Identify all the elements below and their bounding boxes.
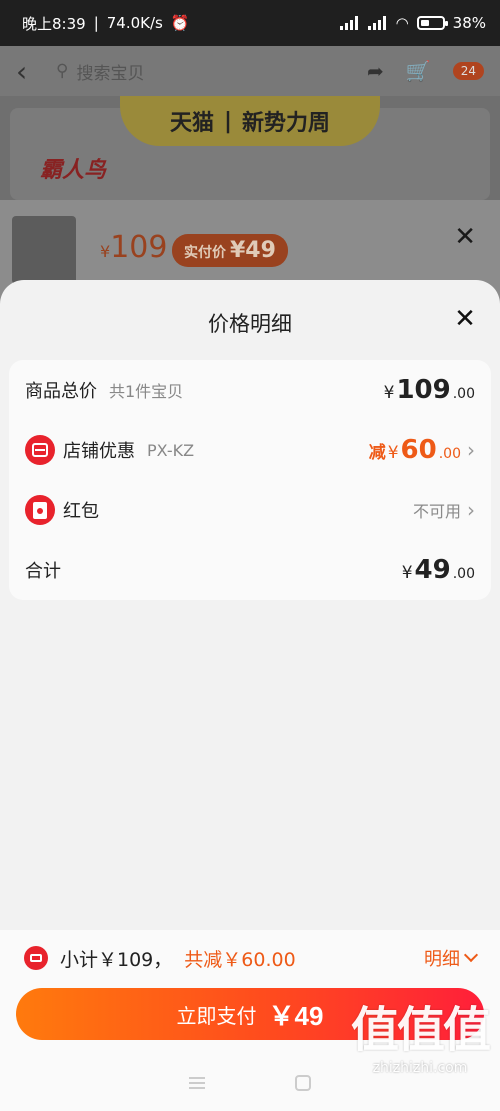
product-price: ¥109 <box>100 230 168 265</box>
back-icon[interactable]: ‹ <box>16 55 56 88</box>
cart-icon[interactable]: 🛒 <box>406 59 431 83</box>
chevron-down-icon <box>463 947 479 963</box>
detail-toggle-label: 明细 <box>424 949 460 970</box>
total-sub: 共1件宝贝 <box>109 382 184 401</box>
pay-now-label: 立即支付 <box>176 1005 257 1028</box>
real-price-badge: 实付价 ¥49 <box>172 234 288 267</box>
product-thumbnail <box>12 216 76 284</box>
row-total: 商品总价 共1件宝贝 ¥ 109 .00 <box>9 360 491 420</box>
banner-campaign-label: 新势力周 <box>242 111 331 136</box>
status-bar: 晚上8:39 | 74.0K/s ⏰ ◠ 38% <box>0 0 500 46</box>
alarm-icon: ⏰ <box>170 14 190 32</box>
search-placeholder: 搜索宝贝 <box>76 63 145 84</box>
wifi-icon: ◠ <box>395 14 409 32</box>
total-label: 商品总价 <box>25 381 97 402</box>
shop-discount-label: 店铺优惠 <box>63 441 135 462</box>
row-red-packet[interactable]: 红包 不可用 › <box>9 480 491 540</box>
sheet-close-button[interactable]: ✕ <box>452 306 478 332</box>
banner-brand-logo: 霸人鸟 <box>40 158 107 183</box>
share-icon[interactable]: ➦ <box>367 59 384 83</box>
red-packet-label: 红包 <box>63 501 99 522</box>
detail-toggle[interactable]: 明细 <box>424 945 479 971</box>
battery-level: 38% <box>452 14 486 32</box>
signal-icon <box>339 16 360 30</box>
total-value: ¥ 109 .00 <box>383 375 475 405</box>
chevron-right-icon: › <box>467 438 475 462</box>
total-discount-text: 共减￥60.00 <box>184 948 296 971</box>
shop-discount-code: PX-KZ <box>147 440 195 460</box>
battery-icon <box>416 16 448 30</box>
background-banner: 霸人鸟 天猫 | 新势力周 <box>0 96 500 200</box>
row-sum: 合计 ¥ 49 .00 <box>9 540 491 600</box>
watermark-url: zhizhizhi.com <box>372 1060 468 1076</box>
cart-badge: 24 <box>452 62 484 80</box>
shop-icon <box>25 435 55 465</box>
subtotal-text: 小计￥109， <box>60 948 173 971</box>
price-detail-card: 商品总价 共1件宝贝 ¥ 109 .00 店铺优惠 PX-KZ 减 ¥ 60 .… <box>9 360 491 600</box>
watermark-logo: 值值值 <box>350 1002 491 1058</box>
row-shop-discount[interactable]: 店铺优惠 PX-KZ 减 ¥ 60 .00 › <box>9 420 491 480</box>
status-speed: 74.0K/s <box>106 14 163 32</box>
signal-icon-2 <box>367 16 388 30</box>
sheet-title: 价格明细 <box>208 312 292 336</box>
sum-label: 合计 <box>25 561 61 582</box>
banner-tmall: 天猫 | 新势力周 <box>120 96 380 146</box>
red-packet-status: 不可用 <box>412 502 461 521</box>
home-icon[interactable] <box>295 1075 311 1091</box>
coupon-icon <box>24 946 48 970</box>
search-icon: ⚲ <box>56 61 69 81</box>
close-icon[interactable]: ✕ <box>454 222 476 252</box>
pay-now-amount: ￥49 <box>268 1000 324 1031</box>
banner-tmall-label: 天猫 <box>169 111 214 136</box>
watermark: 值值值 zhizhizhi.com <box>350 990 491 1100</box>
shop-discount-value: 减 ¥ 60 .00 <box>368 435 461 465</box>
red-packet-icon <box>25 495 55 525</box>
chevron-right-icon: › <box>467 498 475 522</box>
sum-value: ¥ 49 .00 <box>401 555 475 585</box>
background-header: ‹ ⚲ 搜索宝贝 ➦ 🛒 24 <box>0 46 500 96</box>
price-summary: 小计￥109， 共减￥60.00 明细 <box>24 944 479 972</box>
search-bar[interactable]: ⚲ 搜索宝贝 <box>56 59 367 84</box>
status-time: 晚上8:39 <box>22 14 86 33</box>
recent-apps-icon[interactable] <box>189 1077 205 1089</box>
